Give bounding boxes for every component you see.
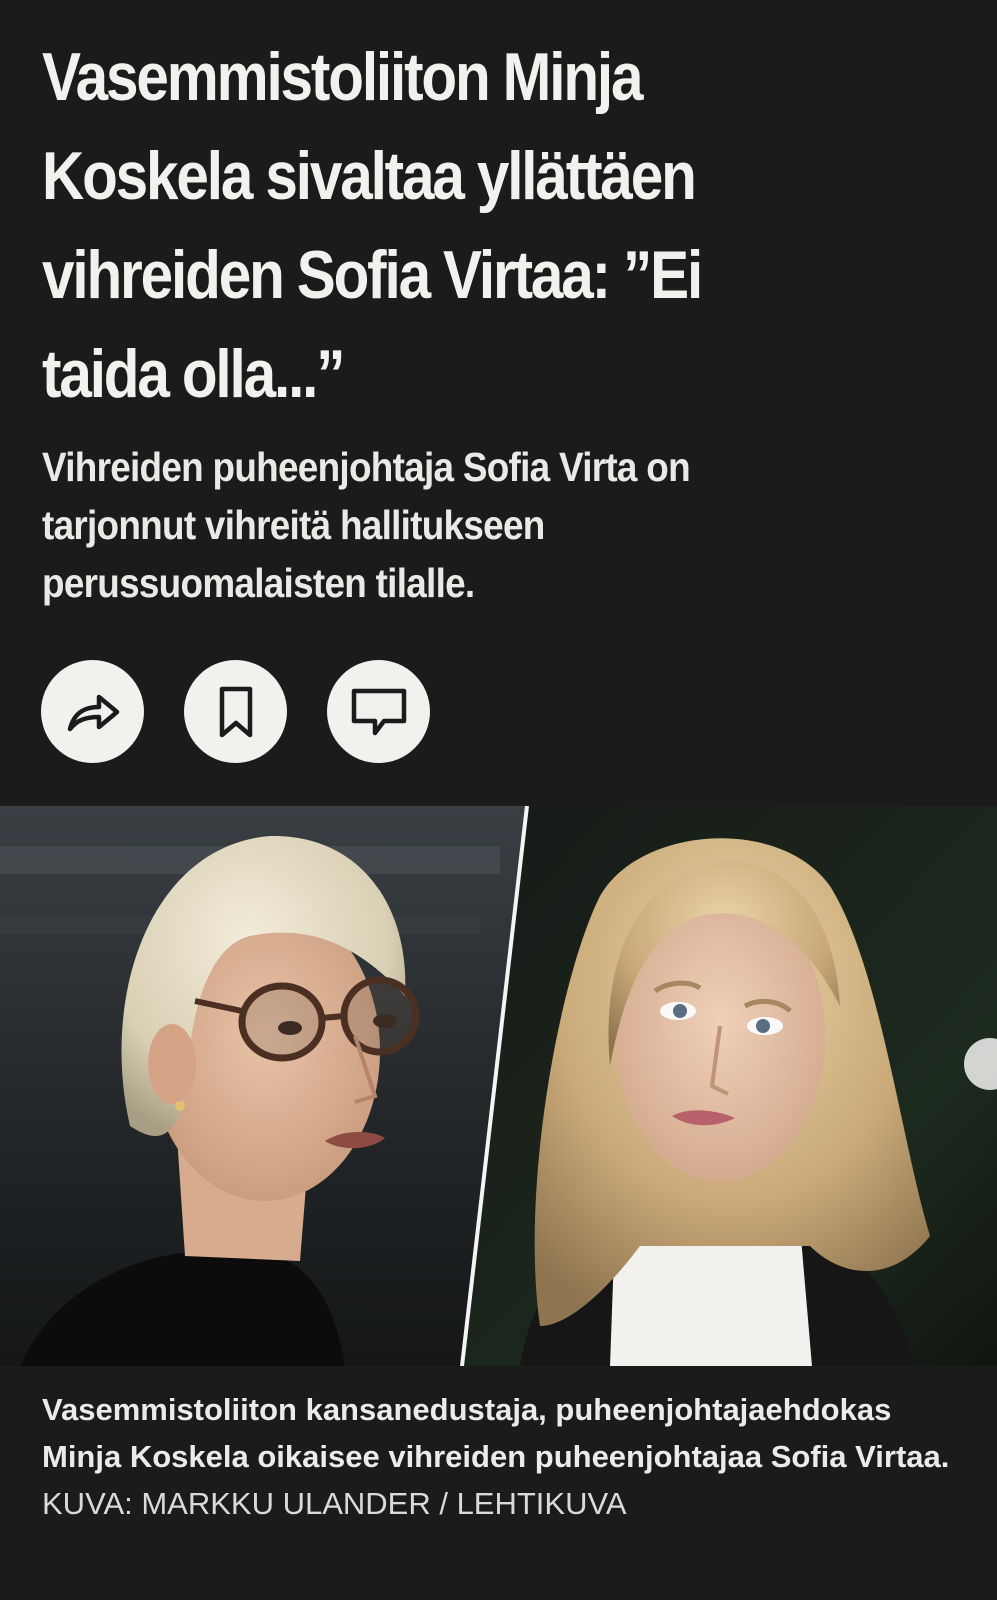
article-header: Vasemmistoliiton Minja Koskela sivaltaa … <box>0 0 997 806</box>
comment-bubble-icon <box>351 688 406 735</box>
article-photo <box>0 806 997 1366</box>
share-arrow-icon <box>67 694 119 731</box>
photo-caption: Vasemmistoliiton kansanedustaja, puheenj… <box>42 1386 962 1527</box>
caption-text: Vasemmistoliiton kansanedustaja, puheenj… <box>42 1392 950 1474</box>
comments-button[interactable] <box>327 660 430 763</box>
bookmark-icon <box>219 686 252 737</box>
article-headline: Vasemmistoliiton Minja Koskela sivaltaa … <box>42 39 703 412</box>
caption-credit: KUVA: MARKKU ULANDER / LEHTIKUVA <box>42 1486 627 1521</box>
share-button[interactable] <box>41 660 144 763</box>
article-lead: Vihreiden puheenjohtaja Sofia Virta on t… <box>42 444 691 606</box>
photo-collage-image <box>0 806 997 1366</box>
article-actions <box>41 660 430 763</box>
bookmark-button[interactable] <box>184 660 287 763</box>
